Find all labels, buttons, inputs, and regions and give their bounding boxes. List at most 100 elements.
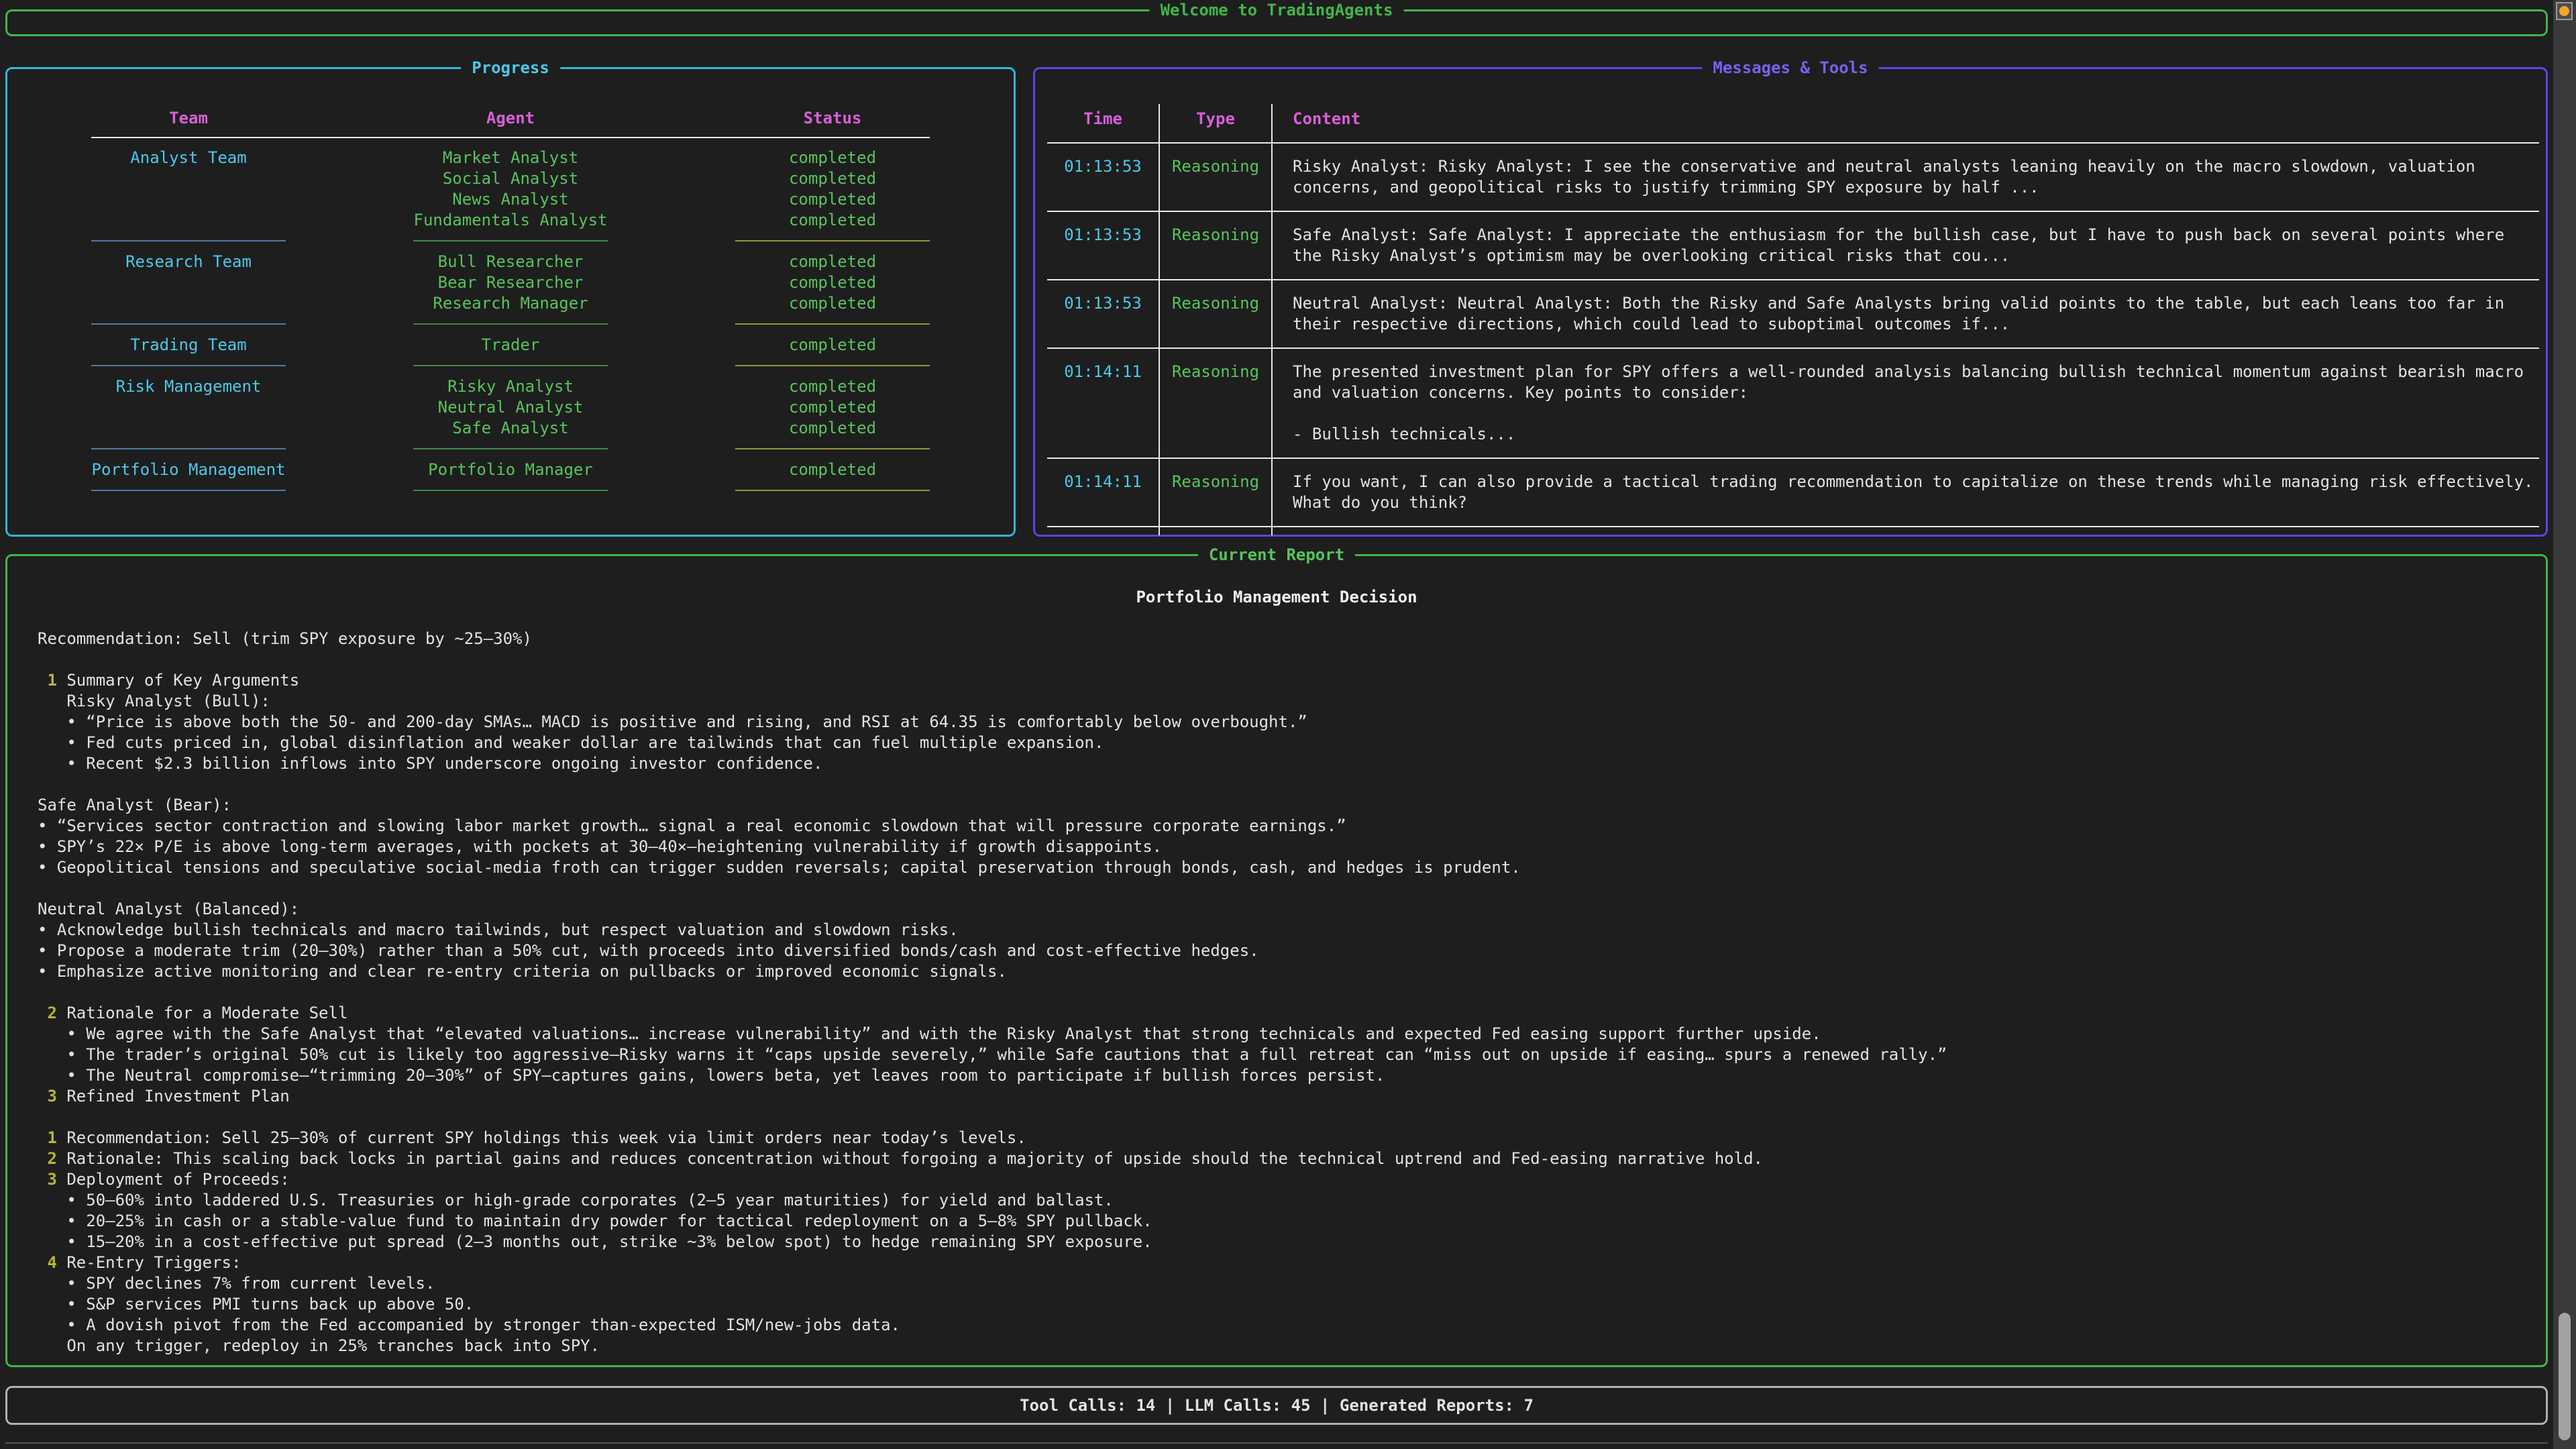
status-cell: completed [735, 376, 930, 397]
agent-cell: Market Analyst [413, 148, 608, 168]
status-cell: completed [735, 168, 930, 189]
team-cell [91, 293, 286, 314]
report-line: • Recent $2.3 billion inflows into SPY u… [38, 753, 2546, 774]
message-time: 01:14:11 [1047, 357, 1160, 449]
group-separator [735, 314, 930, 335]
report-line [38, 649, 2546, 670]
report-line: • 50–60% into laddered U.S. Treasuries o… [38, 1190, 2546, 1211]
row-separator [1160, 134, 1273, 152]
report-line: • Propose a moderate trim (20–30%) rathe… [38, 941, 2546, 961]
message-type: Reasoning [1160, 220, 1273, 271]
status-cell: completed [735, 189, 930, 210]
report-body: Recommendation: Sell (trim SPY exposure … [38, 629, 2546, 1356]
list-number: 2 [38, 1149, 66, 1168]
report-line: • 15–20% in a cost-effective put spread … [38, 1232, 2546, 1252]
messages-column-header: Content [1273, 104, 2539, 134]
list-number: 3 [38, 1170, 66, 1189]
group-separator [91, 231, 286, 252]
messages-table: TimeTypeContent01:13:53ReasoningRisky An… [1047, 104, 2534, 535]
report-line: Safe Analyst (Bear): [38, 795, 2546, 816]
report-heading: Portfolio Management Decision [7, 587, 2546, 608]
row-separator [1047, 134, 1160, 152]
team-cell: Trading Team [91, 335, 286, 356]
report-line: 1 Recommendation: Sell 25–30% of current… [38, 1128, 2546, 1148]
list-number: 1 [38, 671, 66, 690]
row-separator [1160, 203, 1273, 220]
report-line: • SPY’s 22× P/E is above long-term avera… [38, 837, 2546, 857]
team-cell [91, 397, 286, 418]
progress-column-header: Agent [413, 108, 608, 134]
report-line: • The trader’s original 50% cut is likel… [38, 1044, 2546, 1065]
progress-table: Team Agent Status Analyst Team Market Analys… [7, 108, 1014, 501]
progress-column-header: Status [735, 108, 930, 134]
progress-column-header: Team [91, 108, 286, 134]
report-line: • The Neutral compromise—“trimming 20–30… [38, 1065, 2546, 1086]
team-cell: Research Team [91, 252, 286, 272]
message-type: Reasoning [1160, 152, 1273, 203]
list-number: 1 [38, 1128, 66, 1147]
welcome-title: Welcome to TradingAgents [1150, 0, 1404, 21]
team-cell [91, 189, 286, 210]
header-separator [91, 137, 930, 138]
row-separator [1047, 518, 1160, 535]
team-cell [91, 272, 286, 293]
team-cell: Analyst Team [91, 148, 286, 168]
messages-title: Messages & Tools [1702, 58, 1878, 78]
message-type: Reasoning [1160, 467, 1273, 518]
messages-panel: Messages & Tools TimeTypeContent01:13:53… [1033, 67, 2548, 537]
group-separator [91, 314, 286, 335]
report-line: 2 Rationale: This scaling back locks in … [38, 1148, 2546, 1169]
progress-panel: Progress TeamAgentStatusAnalyst TeamMark… [5, 67, 1016, 537]
team-cell [91, 418, 286, 439]
list-number: 2 [38, 1004, 66, 1022]
status-cell: completed [735, 418, 930, 439]
messages-column-header: Type [1160, 104, 1273, 134]
status-cell: completed [735, 210, 930, 231]
row-separator [1273, 449, 2539, 467]
message-time: 01:13:53 [1047, 220, 1160, 271]
team-cell [91, 168, 286, 189]
row-separator [1273, 203, 2539, 220]
row-separator [1160, 449, 1273, 467]
scroll-indicator-button[interactable] [2556, 2, 2573, 20]
row-separator [1273, 518, 2539, 535]
agent-cell: Fundamentals Analyst [413, 210, 608, 231]
group-separator [91, 439, 286, 460]
report-line: • Acknowledge bullish technicals and mac… [38, 920, 2546, 941]
welcome-panel: Welcome to TradingAgents [5, 9, 2548, 36]
agent-cell: Neutral Analyst [413, 397, 608, 418]
report-line [38, 774, 2546, 795]
group-separator [91, 356, 286, 376]
row-separator [1273, 271, 2539, 288]
status-bar: Tool Calls: 14 | LLM Calls: 45 | Generat… [5, 1386, 2548, 1425]
scrollbar-thumb[interactable] [2559, 1313, 2571, 1440]
report-line: 3 Deployment of Proceeds: [38, 1169, 2546, 1190]
row-separator [1273, 134, 2539, 152]
group-separator [735, 356, 930, 376]
report-line: • S&P services PMI turns back up above 5… [38, 1294, 2546, 1315]
status-cell: completed [735, 460, 930, 480]
group-separator [91, 480, 286, 501]
message-content: If you want, I can also provide a tactic… [1273, 467, 2539, 518]
report-line: • SPY declines 7% from current levels. [38, 1273, 2546, 1294]
status-cell: completed [735, 148, 930, 168]
report-title: Current Report [1198, 545, 1355, 566]
terminal-screen: Welcome to TradingAgents Progress Team Ag… [0, 0, 2576, 1449]
scrollbar-track[interactable] [2553, 0, 2576, 1449]
report-line: • A dovish pivot from the Fed accompanie… [38, 1315, 2546, 1336]
agent-cell: Safe Analyst [413, 418, 608, 439]
message-content: The presented investment plan for SPY of… [1273, 357, 2539, 449]
report-line [38, 982, 2546, 1003]
message-type: Reasoning [1160, 288, 1273, 339]
agent-cell: Trader [413, 335, 608, 356]
cutoff-panel-border [5, 1442, 2548, 1444]
list-number: 4 [38, 1253, 66, 1272]
report-panel: Current Report Portfolio Management Deci… [5, 554, 2548, 1367]
message-type: Reasoning [1160, 357, 1273, 449]
report-line: Neutral Analyst (Balanced): [38, 899, 2546, 920]
group-separator [413, 231, 608, 252]
status-cell: completed [735, 397, 930, 418]
progress-title: Progress [461, 58, 560, 78]
report-line: Risky Analyst (Bull): [38, 691, 2546, 712]
message-time: 01:13:53 [1047, 152, 1160, 203]
